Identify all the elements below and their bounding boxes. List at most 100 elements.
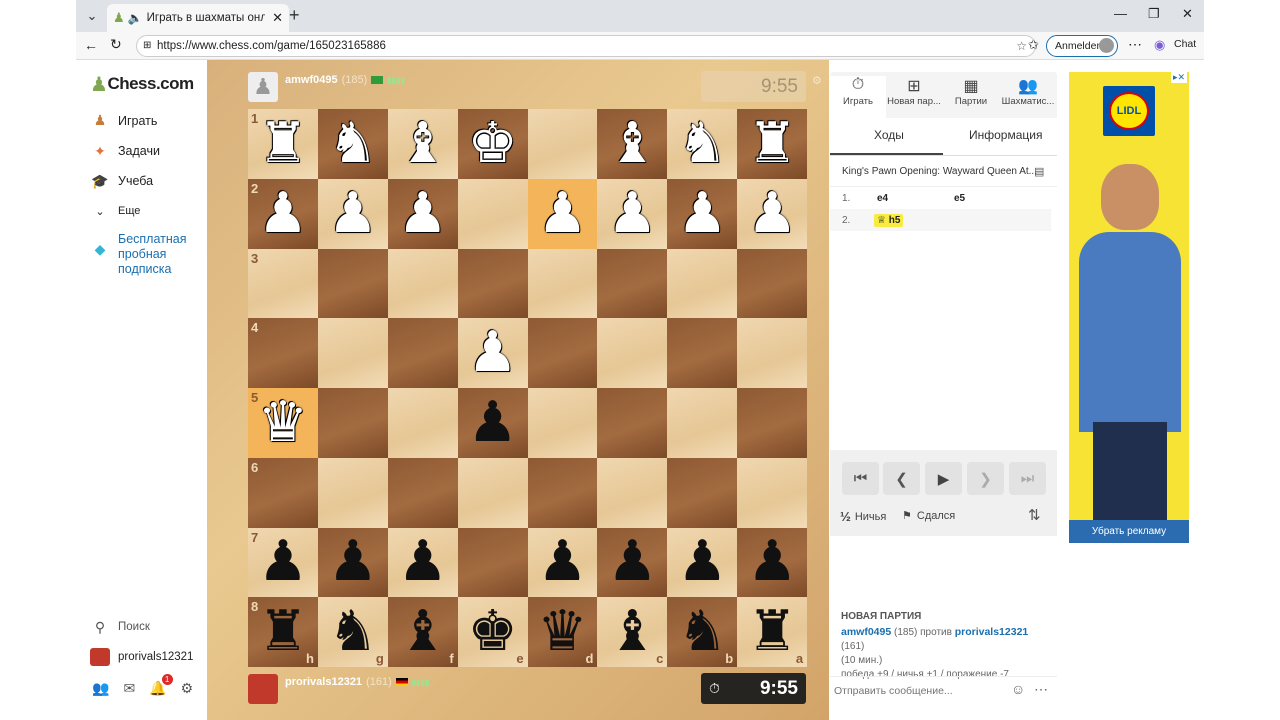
square[interactable] <box>737 318 808 388</box>
square[interactable]: ♟ <box>457 318 528 388</box>
square[interactable]: ♟ <box>387 527 458 598</box>
white-rook-icon[interactable]: ♜ <box>747 115 797 172</box>
browser-tab[interactable]: ♟ 🔈 Играть в шахматы онлайн Бе ✕ <box>107 4 289 32</box>
book-icon[interactable]: ▤ <box>1034 165 1044 178</box>
square[interactable] <box>317 388 388 458</box>
emoji-icon[interactable]: ☺ <box>1011 681 1025 697</box>
favorite-star-icon[interactable]: ☆ <box>1016 36 1027 56</box>
chess-board[interactable]: 1 ♜ ♞ ♝ ♚ ♝ ♞ ♜ 2 ♟ ♟ ♟ ♟ ♟ ♟ ♟ 3 4 ♟ 5 ♛ ♟ 6 7 ♟ ♟ ♟ ♟ ♟ ♟ ♟ 8 h ♜ g ♞ f ♝ e ♚… <box>248 109 808 667</box>
tab-games[interactable]: ▦ Партии <box>943 76 999 107</box>
black-pawn-icon[interactable]: ♟ <box>607 534 657 590</box>
bell-icon[interactable]: 🔔 1 <box>149 674 173 697</box>
square[interactable]: ♟ <box>737 178 808 249</box>
sidebar-item-free-trial[interactable]: ◆ Бесплатная пробная подписка <box>90 232 190 277</box>
top-player-avatar[interactable]: ♟ <box>248 72 278 102</box>
player1-link[interactable]: amwf0495 <box>841 626 891 638</box>
sidebar-search[interactable]: ⚲ Поиск <box>90 618 150 636</box>
black-pawn-icon[interactable]: ♟ <box>468 394 518 451</box>
square[interactable] <box>387 388 458 458</box>
square[interactable] <box>317 457 388 528</box>
black-bishop-icon[interactable]: ♝ <box>398 604 448 660</box>
sidebar-item-learn[interactable]: 🎓 Учеба <box>90 172 153 190</box>
square[interactable] <box>667 248 738 319</box>
last-move-button[interactable]: ⏭ <box>1009 462 1046 495</box>
black-queen-icon[interactable]: ♛ <box>537 604 587 660</box>
square[interactable]: ♝ <box>387 109 458 179</box>
white-pawn-icon[interactable]: ♟ <box>677 185 727 242</box>
black-pawn-icon[interactable]: ♟ <box>537 534 587 590</box>
restore-button[interactable]: ❐ <box>1148 6 1160 22</box>
url-field[interactable]: ⊞ https://www.chess.com/game/16502316588… <box>136 35 1036 57</box>
back-icon[interactable]: ← <box>84 37 98 53</box>
square[interactable] <box>457 457 528 528</box>
square[interactable] <box>527 248 598 319</box>
chat-label[interactable]: Chat <box>1174 38 1196 50</box>
square[interactable]: 3 <box>248 248 318 319</box>
friends-icon[interactable]: 👥 <box>92 680 109 697</box>
ad-choices-icon[interactable]: ▸✕ <box>1170 72 1187 83</box>
site-info-icon[interactable]: ⊞ <box>143 36 151 56</box>
square[interactable]: e ♚ <box>457 597 528 667</box>
white-pawn-icon[interactable]: ♟ <box>258 185 308 242</box>
square[interactable]: ♝ <box>597 109 668 179</box>
square[interactable]: ♟ <box>317 527 388 598</box>
white-pawn-icon[interactable]: ♟ <box>607 185 657 242</box>
white-pawn-icon[interactable]: ♟ <box>328 185 378 242</box>
mail-icon[interactable]: ✉ <box>123 680 135 697</box>
black-rook-icon[interactable]: ♜ <box>258 604 308 660</box>
square[interactable] <box>457 178 528 249</box>
white-knight-icon[interactable]: ♞ <box>328 115 378 172</box>
square[interactable] <box>597 248 668 319</box>
bottom-player-name[interactable]: prorivals12321 <box>285 676 362 688</box>
square[interactable]: 2 ♟ <box>248 178 318 249</box>
new-tab-button[interactable]: + <box>289 5 300 26</box>
square[interactable]: f ♝ <box>387 597 458 667</box>
white-pawn-icon[interactable]: ♟ <box>398 185 448 242</box>
square[interactable]: ♞ <box>317 109 388 179</box>
square[interactable]: a ♜ <box>737 597 808 667</box>
minimize-button[interactable]: — <box>1114 6 1127 21</box>
bottom-player-avatar[interactable] <box>248 674 278 704</box>
play-button[interactable]: ▶ <box>925 462 962 495</box>
square[interactable] <box>387 457 458 528</box>
tab-players[interactable]: 👥 Шахматис... <box>1000 76 1056 107</box>
message-input[interactable] <box>834 682 1004 700</box>
square[interactable] <box>737 388 808 458</box>
square[interactable]: 8 h ♜ <box>248 597 318 667</box>
square[interactable]: ♟ <box>387 178 458 249</box>
white-move[interactable]: ♕ h5 <box>874 213 904 227</box>
square[interactable] <box>597 318 668 388</box>
square[interactable] <box>597 457 668 528</box>
square[interactable]: ♜ <box>737 109 808 179</box>
gear-icon[interactable]: ⚙ <box>181 680 194 697</box>
previous-move-button[interactable]: ❮ <box>883 462 920 495</box>
square[interactable] <box>667 318 738 388</box>
first-move-button[interactable]: ⏮ <box>842 462 879 495</box>
black-bishop-icon[interactable]: ♝ <box>607 604 657 660</box>
black-move[interactable]: e5 <box>954 193 965 204</box>
white-bishop-icon[interactable]: ♝ <box>398 115 448 172</box>
black-king-icon[interactable]: ♚ <box>468 604 518 660</box>
opening-name[interactable]: King's Pawn Opening: Wayward Queen At... <box>842 166 1038 177</box>
square[interactable]: c ♝ <box>597 597 668 667</box>
flip-board-icon[interactable]: ⇅ <box>1028 506 1041 524</box>
square[interactable]: ♟ <box>317 178 388 249</box>
square[interactable] <box>317 318 388 388</box>
square[interactable]: 5 ♛ <box>248 388 318 458</box>
tab-play[interactable]: ⏱ Играть <box>830 76 886 118</box>
square[interactable]: d ♛ <box>527 597 598 667</box>
white-move[interactable]: e4 <box>874 193 954 204</box>
player2-link[interactable]: prorivals12321 <box>955 626 1029 638</box>
square[interactable]: ♚ <box>457 109 528 179</box>
board-settings-icon[interactable]: ⚙ <box>812 74 822 87</box>
more-menu-icon[interactable]: ⋯ <box>1128 36 1142 53</box>
tab-new-game[interactable]: ⊞ Новая пар... <box>886 76 942 107</box>
square[interactable] <box>527 388 598 458</box>
sidebar-item-more[interactable]: ⌄ Еще <box>90 202 140 220</box>
square[interactable]: ♟ <box>597 527 668 598</box>
remove-ads-button[interactable]: Убрать рекламу <box>1069 520 1189 543</box>
square[interactable]: ♟ <box>527 178 598 249</box>
square[interactable]: ♟ <box>597 178 668 249</box>
square[interactable] <box>527 109 598 179</box>
black-rook-icon[interactable]: ♜ <box>747 604 797 660</box>
